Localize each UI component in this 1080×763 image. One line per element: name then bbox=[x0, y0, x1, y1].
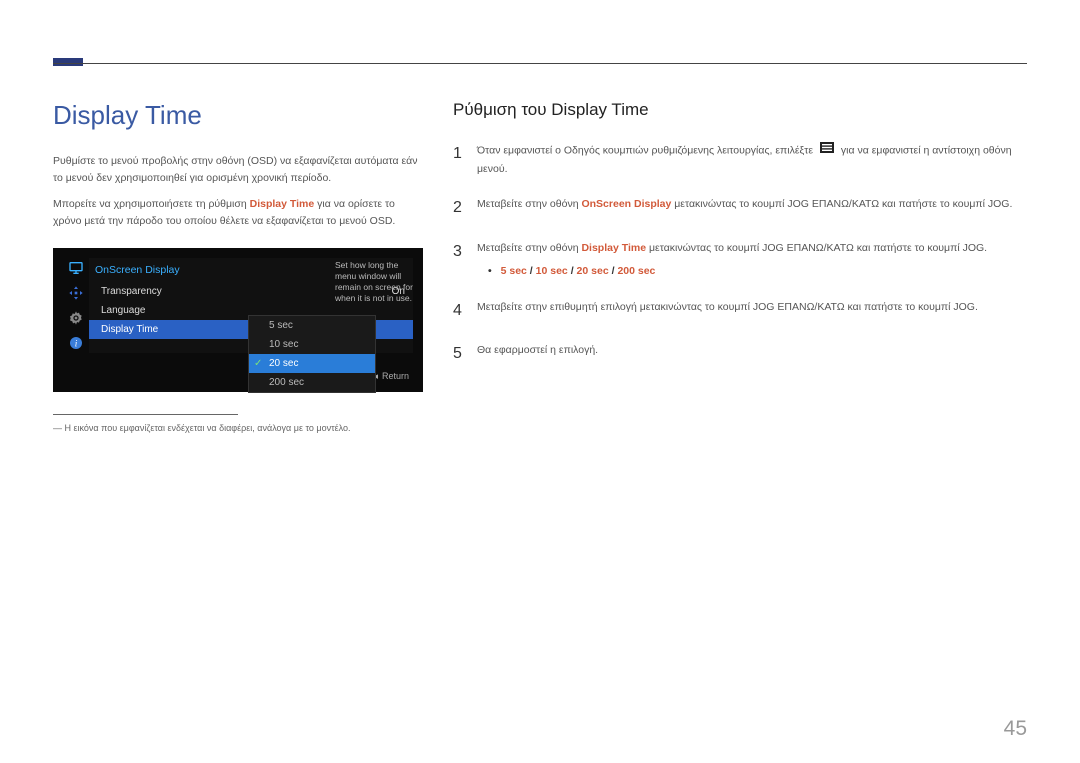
footnote: ― Η εικόνα που εμφανίζεται ενδέχεται να … bbox=[53, 423, 423, 433]
step-number: 5 bbox=[453, 340, 477, 367]
right-column: Ρύθμιση του Display Time 1 Όταν εμφανιστ… bbox=[453, 100, 1027, 433]
section-title: Display Time bbox=[53, 100, 423, 131]
step-number: 4 bbox=[453, 297, 477, 324]
steps-list: 1 Όταν εμφανιστεί ο Οδηγός κουμπιών ρυθμ… bbox=[453, 140, 1027, 368]
step-3-highlight: Display Time bbox=[581, 242, 646, 254]
menu-icon bbox=[820, 142, 834, 160]
svg-text:i: i bbox=[75, 340, 78, 350]
intro-paragraph-1: Ρυθμίστε το μενού προβολής στην οθόνη (O… bbox=[53, 153, 423, 188]
step-body: Θα εφαρμοστεί η επιλογή. bbox=[477, 340, 1027, 367]
option-2: 10 sec bbox=[536, 265, 568, 277]
page-content: Display Time Ρυθμίστε το μενού προβολής … bbox=[53, 100, 1027, 433]
osd-popup: 5 sec 10 sec 20 sec 200 sec bbox=[248, 315, 376, 393]
osd-popup-item-selected: 20 sec bbox=[249, 354, 375, 373]
step-2: 2 Μεταβείτε στην οθόνη OnScreen Display … bbox=[453, 194, 1027, 221]
left-column: Display Time Ρυθμίστε το μενού προβολής … bbox=[53, 100, 423, 433]
step-number: 3 bbox=[453, 238, 477, 282]
step-number: 2 bbox=[453, 194, 477, 221]
step-2-post: μετακινώντας το κουμπί JOG ΕΠΑΝΩ/ΚΑΤΩ κα… bbox=[671, 198, 1012, 210]
step-1: 1 Όταν εμφανιστεί ο Οδηγός κουμπιών ρυθμ… bbox=[453, 140, 1027, 178]
step-body: Μεταβείτε στην επιθυμητή επιλογή μετακιν… bbox=[477, 297, 1027, 324]
options-line: • 5 sec / 10 sec / 20 sec / 200 sec bbox=[488, 263, 1027, 281]
gear-icon bbox=[66, 308, 86, 328]
step-body: Μεταβείτε στην οθόνη Display Time μετακι… bbox=[477, 238, 1027, 282]
step-5: 5 Θα εφαρμοστεί η επιλογή. bbox=[453, 340, 1027, 367]
intro-2-pre: Μπορείτε να χρησιμοποιήσετε τη ρύθμιση bbox=[53, 198, 250, 210]
bullet: • bbox=[488, 265, 498, 277]
arrows-icon bbox=[66, 283, 86, 303]
option-4: 200 sec bbox=[617, 265, 655, 277]
osd-popup-item: 5 sec bbox=[249, 316, 375, 335]
intro-2-highlight: Display Time bbox=[250, 198, 315, 210]
option-sep: / bbox=[568, 265, 577, 277]
step-body: Μεταβείτε στην οθόνη OnScreen Display με… bbox=[477, 194, 1027, 221]
option-sep: / bbox=[527, 265, 536, 277]
osd-item-label: Language bbox=[101, 305, 146, 316]
step-2-pre: Μεταβείτε στην οθόνη bbox=[477, 198, 581, 210]
osd-popup-item: 10 sec bbox=[249, 335, 375, 354]
osd-item-label: Display Time bbox=[101, 324, 158, 335]
step-number: 1 bbox=[453, 140, 477, 178]
step-1-pre: Όταν εμφανιστεί ο Οδηγός κουμπιών ρυθμιζ… bbox=[477, 145, 816, 157]
step-3-pre: Μεταβείτε στην οθόνη bbox=[477, 242, 581, 254]
step-body: Όταν εμφανιστεί ο Οδηγός κουμπιών ρυθμιζ… bbox=[477, 140, 1027, 178]
step-3-post: μετακινώντας το κουμπί JOG ΕΠΑΝΩ/ΚΑΤΩ κα… bbox=[646, 242, 987, 254]
footnote-divider bbox=[53, 414, 238, 415]
osd-help-text: Set how long the menu window will remain… bbox=[335, 260, 413, 304]
osd-sidebar: i bbox=[63, 258, 89, 353]
page-number: 45 bbox=[1004, 717, 1027, 741]
osd-item-label: Transparency bbox=[101, 286, 162, 297]
option-1: 5 sec bbox=[501, 265, 527, 277]
footnote-text: Η εικόνα που εμφανίζεται ενδέχεται να δι… bbox=[65, 423, 351, 433]
step-2-highlight: OnScreen Display bbox=[581, 198, 671, 210]
info-icon: i bbox=[66, 333, 86, 353]
step-4: 4 Μεταβείτε στην επιθυμητή επιλογή μετακ… bbox=[453, 297, 1027, 324]
monitor-icon bbox=[66, 258, 86, 278]
subsection-title: Ρύθμιση του Display Time bbox=[453, 100, 1027, 120]
option-3: 20 sec bbox=[577, 265, 609, 277]
intro-paragraph-2: Μπορείτε να χρησιμοποιήσετε τη ρύθμιση D… bbox=[53, 196, 423, 231]
osd-screenshot: i OnScreen Display Transparency On Langu… bbox=[53, 248, 423, 392]
header-divider bbox=[53, 62, 1027, 64]
step-3: 3 Μεταβείτε στην οθόνη Display Time μετα… bbox=[453, 238, 1027, 282]
osd-popup-item: 200 sec bbox=[249, 373, 375, 392]
